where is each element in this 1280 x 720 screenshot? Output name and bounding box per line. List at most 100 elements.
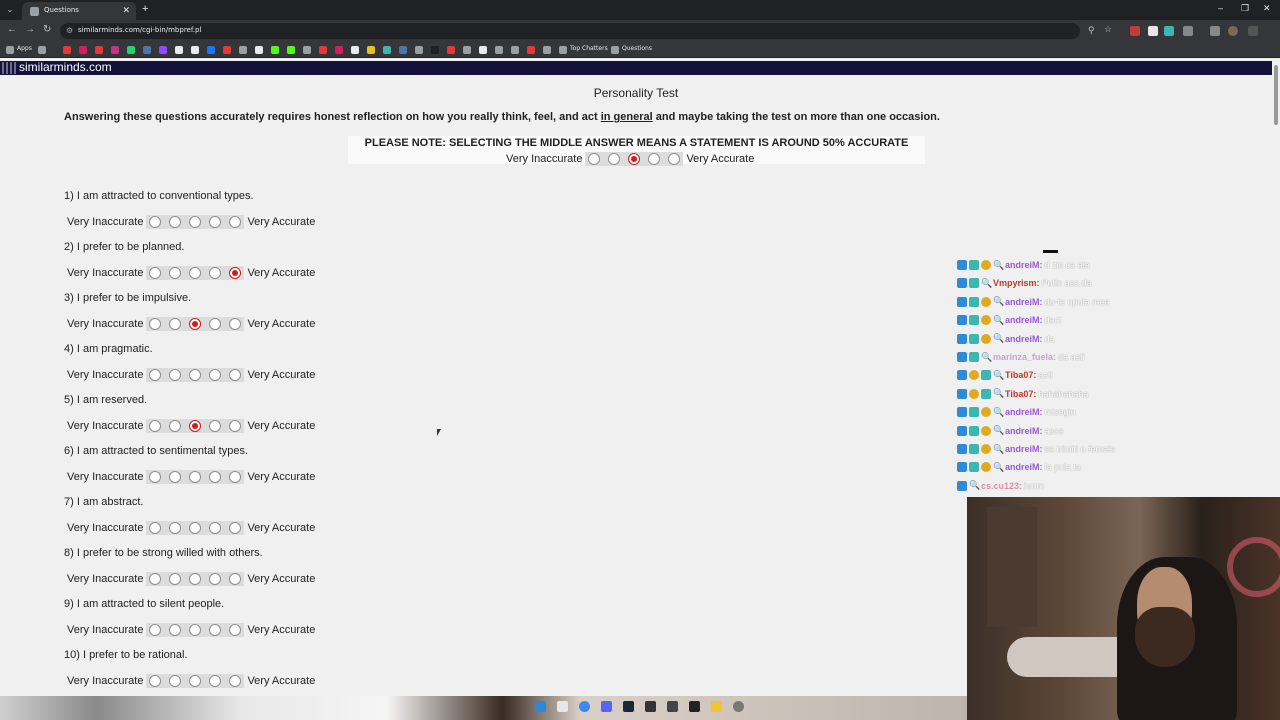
answer-radio-option-2[interactable] — [169, 675, 182, 687]
answer-radio-option-3[interactable] — [189, 267, 202, 279]
answer-radio-option-1[interactable] — [149, 675, 162, 687]
answer-radio-option-5[interactable] — [229, 216, 242, 228]
example-radio-option-5[interactable] — [668, 153, 681, 165]
bookmark-kick-icon[interactable] — [287, 46, 295, 54]
example-radio-option-4[interactable] — [648, 153, 661, 165]
bookmark-instagram-icon[interactable] — [111, 46, 119, 54]
taskbar-app-icon[interactable] — [667, 701, 678, 712]
taskbar-steam-icon[interactable] — [623, 701, 634, 712]
taskbar-app-icon[interactable] — [645, 701, 656, 712]
bookmark-icon[interactable] — [431, 46, 439, 54]
profile-avatar[interactable] — [1228, 26, 1238, 36]
example-radio-option-3[interactable] — [628, 153, 641, 165]
answer-radio-option-1[interactable] — [149, 420, 162, 432]
answer-radio-option-5[interactable] — [229, 675, 242, 687]
bookmark-icon[interactable] — [271, 46, 279, 54]
answer-radio-option-4[interactable] — [209, 471, 222, 483]
example-radio-option-1[interactable] — [588, 153, 601, 165]
answer-radio-option-4[interactable] — [209, 522, 222, 534]
answer-radio-option-2[interactable] — [169, 471, 182, 483]
bookmark-icon[interactable] — [143, 46, 151, 54]
answer-radio-option-2[interactable] — [169, 573, 182, 585]
taskbar-explorer-icon[interactable] — [711, 701, 722, 712]
bookmark-facebook-icon[interactable] — [207, 46, 215, 54]
answer-radio-option-3[interactable] — [189, 369, 202, 381]
minimize-icon[interactable]: – — [1218, 3, 1223, 13]
bookmark-x-icon[interactable] — [175, 46, 183, 54]
bookmark-icon[interactable] — [38, 46, 46, 54]
bookmark-icon[interactable] — [447, 46, 455, 54]
new-tab-icon[interactable]: + — [142, 3, 148, 15]
bookmark-star-icon[interactable]: ☆ — [1104, 24, 1112, 35]
answer-radio-option-1[interactable] — [149, 369, 162, 381]
bookmark-icon[interactable] — [415, 46, 423, 54]
answer-radio-option-3[interactable] — [189, 522, 202, 534]
tab-close-icon[interactable]: ✕ — [122, 5, 130, 16]
taskbar-chrome-icon[interactable] — [579, 701, 590, 712]
taskbar-discord-icon[interactable] — [601, 701, 612, 712]
answer-radio-option-3[interactable] — [189, 420, 202, 432]
downloads-icon[interactable] — [1210, 26, 1220, 36]
answer-radio-option-4[interactable] — [209, 420, 222, 432]
answer-radio-option-1[interactable] — [149, 573, 162, 585]
answer-radio-option-5[interactable] — [229, 318, 242, 330]
answer-radio-option-2[interactable] — [169, 267, 182, 279]
answer-radio-option-2[interactable] — [169, 369, 182, 381]
bookmark-top-chatters[interactable]: Top Chatters — [570, 45, 608, 52]
bookmark-icon[interactable] — [79, 46, 87, 54]
maximize-icon[interactable]: ❐ — [1241, 3, 1249, 14]
answer-radio-option-4[interactable] — [209, 369, 222, 381]
bookmark-icon[interactable] — [239, 46, 247, 54]
bookmark-icon[interactable] — [255, 46, 263, 54]
taskbar-obs-icon[interactable] — [733, 701, 744, 712]
bookmark-icon[interactable] — [95, 46, 103, 54]
answer-radio-option-2[interactable] — [169, 318, 182, 330]
answer-radio-option-4[interactable] — [209, 216, 222, 228]
bookmark-twitch-icon[interactable] — [159, 46, 167, 54]
taskbar-search-icon[interactable] — [557, 701, 568, 712]
answer-radio-option-4[interactable] — [209, 318, 222, 330]
answer-radio-option-2[interactable] — [169, 522, 182, 534]
browser-tab-questions[interactable]: Questions ✕ — [22, 2, 136, 20]
bookmark-icon[interactable] — [527, 46, 535, 54]
answer-radio-option-4[interactable] — [209, 624, 222, 636]
reload-icon[interactable]: ↻ — [43, 24, 51, 35]
bookmark-icon[interactable] — [511, 46, 519, 54]
extension-icon[interactable] — [1148, 26, 1158, 36]
bookmark-icon[interactable] — [479, 46, 487, 54]
answer-radio-option-5[interactable] — [229, 369, 242, 381]
answer-radio-option-5[interactable] — [229, 624, 242, 636]
answer-radio-option-1[interactable] — [149, 522, 162, 534]
site-info-icon[interactable]: ⚙ — [66, 26, 73, 35]
bookmark-tiktok-icon[interactable] — [191, 46, 199, 54]
bookmark-icon[interactable] — [223, 46, 231, 54]
answer-radio-option-2[interactable] — [169, 624, 182, 636]
extension-icon[interactable] — [1130, 26, 1140, 36]
answer-radio-option-4[interactable] — [209, 675, 222, 687]
answer-radio-option-1[interactable] — [149, 216, 162, 228]
example-radio-option-2[interactable] — [608, 153, 621, 165]
bookmark-icon[interactable] — [495, 46, 503, 54]
answer-radio-option-4[interactable] — [209, 573, 222, 585]
extensions-puzzle-icon[interactable] — [1183, 26, 1193, 36]
answer-radio-option-5[interactable] — [229, 522, 242, 534]
back-icon[interactable]: ← — [7, 24, 17, 35]
answer-radio-option-3[interactable] — [189, 675, 202, 687]
close-window-icon[interactable]: ✕ — [1263, 3, 1271, 14]
bookmark-youtube-icon[interactable] — [63, 46, 71, 54]
bookmark-whatsapp-icon[interactable] — [127, 46, 135, 54]
answer-radio-option-2[interactable] — [169, 420, 182, 432]
scrollbar-thumb[interactable] — [1274, 65, 1278, 125]
bookmark-icon[interactable] — [319, 46, 327, 54]
bookmark-icon[interactable] — [351, 46, 359, 54]
bookmark-icon[interactable] — [463, 46, 471, 54]
zoom-icon[interactable]: ⚲ — [1088, 25, 1095, 36]
bookmark-questions[interactable]: Questions — [622, 45, 652, 52]
answer-radio-option-3[interactable] — [189, 216, 202, 228]
answer-radio-option-1[interactable] — [149, 267, 162, 279]
bookmark-apps[interactable]: Apps — [17, 45, 32, 52]
tab-search-icon[interactable]: ⌄ — [4, 4, 16, 16]
taskbar-app-icon[interactable] — [689, 701, 700, 712]
bookmark-icon[interactable] — [543, 46, 551, 54]
answer-radio-option-1[interactable] — [149, 318, 162, 330]
